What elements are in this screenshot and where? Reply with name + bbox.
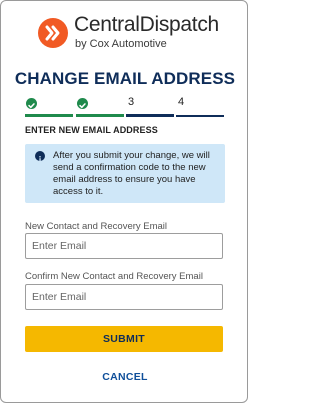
confirm-email-input[interactable] [25, 284, 223, 310]
step-2-bar [76, 114, 124, 117]
step-1 [25, 97, 73, 117]
brand-name: CentralDispatch [74, 13, 219, 36]
step-2 [76, 97, 124, 117]
new-email-input[interactable] [25, 233, 223, 259]
brand-tagline: by Cox Automotive [75, 38, 167, 50]
step-4-bar [176, 115, 224, 117]
cancel-link[interactable]: CANCEL [1, 371, 249, 383]
step-1-bar [25, 114, 73, 117]
check-circle-icon [26, 98, 37, 109]
step-3-number: 3 [128, 96, 135, 108]
step-4: 4 [176, 96, 224, 117]
page-title: CHANGE EMAIL ADDRESS [14, 69, 236, 88]
info-box: After you submit your change, we will se… [25, 144, 225, 203]
new-email-label: New Contact and Recovery Email [25, 221, 168, 232]
brand-logo-icon [38, 18, 68, 48]
info-icon [35, 151, 45, 162]
section-heading: ENTER NEW EMAIL ADDRESS [25, 125, 158, 135]
submit-button[interactable]: SUBMIT [25, 326, 223, 352]
step-4-number: 4 [178, 96, 185, 108]
step-3-bar [126, 114, 174, 117]
info-text: After you submit your change, we will se… [53, 150, 210, 197]
step-3: 3 [126, 96, 174, 117]
dialog-frame: CentralDispatch by Cox Automotive CHANGE… [0, 0, 248, 403]
check-circle-icon [77, 98, 88, 109]
confirm-email-label: Confirm New Contact and Recovery Email [25, 271, 203, 282]
